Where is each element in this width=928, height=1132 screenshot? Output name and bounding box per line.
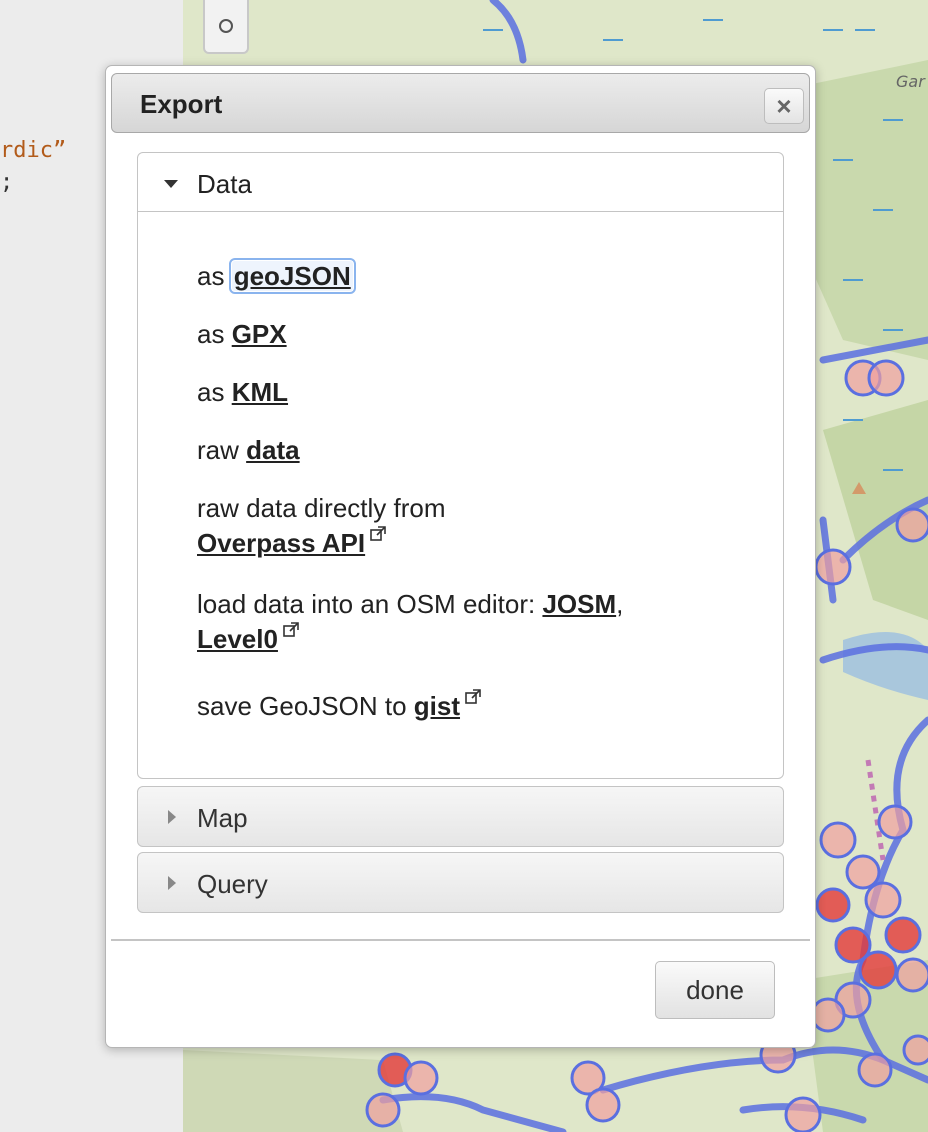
external-link-icon — [465, 689, 481, 704]
josm-link[interactable]: JOSM — [542, 589, 616, 619]
external-link-icon — [370, 526, 386, 541]
row-prefix: as — [197, 377, 225, 407]
export-row-editor: load data into an OSM editor: JOSM, Leve… — [197, 589, 623, 655]
section-data: Data as geoJSON as GPX as KML raw data r… — [137, 152, 784, 779]
row-prefix: raw — [197, 435, 239, 465]
code-line: rdic” — [0, 138, 67, 163]
row-prefix: raw data directly from — [197, 493, 446, 523]
export-row-kml: as KML — [197, 377, 288, 408]
close-button[interactable]: × — [764, 88, 804, 124]
geojson-link[interactable]: geoJSON — [228, 258, 356, 294]
map-place-label: Gar — [896, 72, 925, 91]
dialog-title: Export — [140, 89, 223, 119]
section-map-label: Map — [197, 803, 248, 833]
raw-data-link[interactable]: data — [246, 435, 299, 465]
row-prefix: as — [197, 261, 225, 291]
triangle-right-icon — [168, 876, 176, 890]
export-row-gpx: as GPX — [197, 319, 287, 350]
separator: , — [616, 589, 624, 619]
section-data-header[interactable]: Data — [138, 153, 783, 212]
dialog-header: Export × — [111, 73, 810, 133]
dialog-divider — [111, 939, 810, 941]
section-query-label: Query — [197, 869, 268, 899]
export-row-geojson: as geoJSON — [197, 258, 356, 294]
section-data-label: Data — [197, 169, 252, 199]
level0-link[interactable]: Level0 — [197, 624, 278, 654]
section-query[interactable]: Query — [137, 852, 784, 913]
export-row-gist: save GeoJSON to gist — [197, 689, 481, 722]
close-icon: × — [776, 91, 792, 121]
section-map-header[interactable]: Map — [138, 787, 783, 846]
row-prefix: save GeoJSON to — [197, 691, 407, 721]
map-zoom-control[interactable] — [203, 0, 249, 54]
gist-link[interactable]: gist — [414, 691, 460, 721]
section-map[interactable]: Map — [137, 786, 784, 847]
gpx-link[interactable]: GPX — [232, 319, 287, 349]
section-query-header[interactable]: Query — [138, 853, 783, 912]
done-button[interactable]: done — [655, 961, 775, 1019]
zoom-circle-icon — [219, 19, 233, 33]
overpass-api-link[interactable]: Overpass API — [197, 528, 365, 558]
external-link-icon — [283, 622, 299, 637]
kml-link[interactable]: KML — [232, 377, 288, 407]
row-prefix: as — [197, 319, 225, 349]
row-prefix: load data into an OSM editor: — [197, 589, 536, 619]
code-line: ; — [0, 170, 14, 195]
triangle-right-icon — [168, 810, 176, 824]
export-row-overpass: raw data directly from Overpass API — [197, 493, 446, 559]
triangle-down-icon — [164, 180, 178, 188]
export-dialog: Export × Data as geoJSON as GPX as KML r… — [105, 65, 816, 1048]
export-row-raw: raw data — [197, 435, 300, 466]
